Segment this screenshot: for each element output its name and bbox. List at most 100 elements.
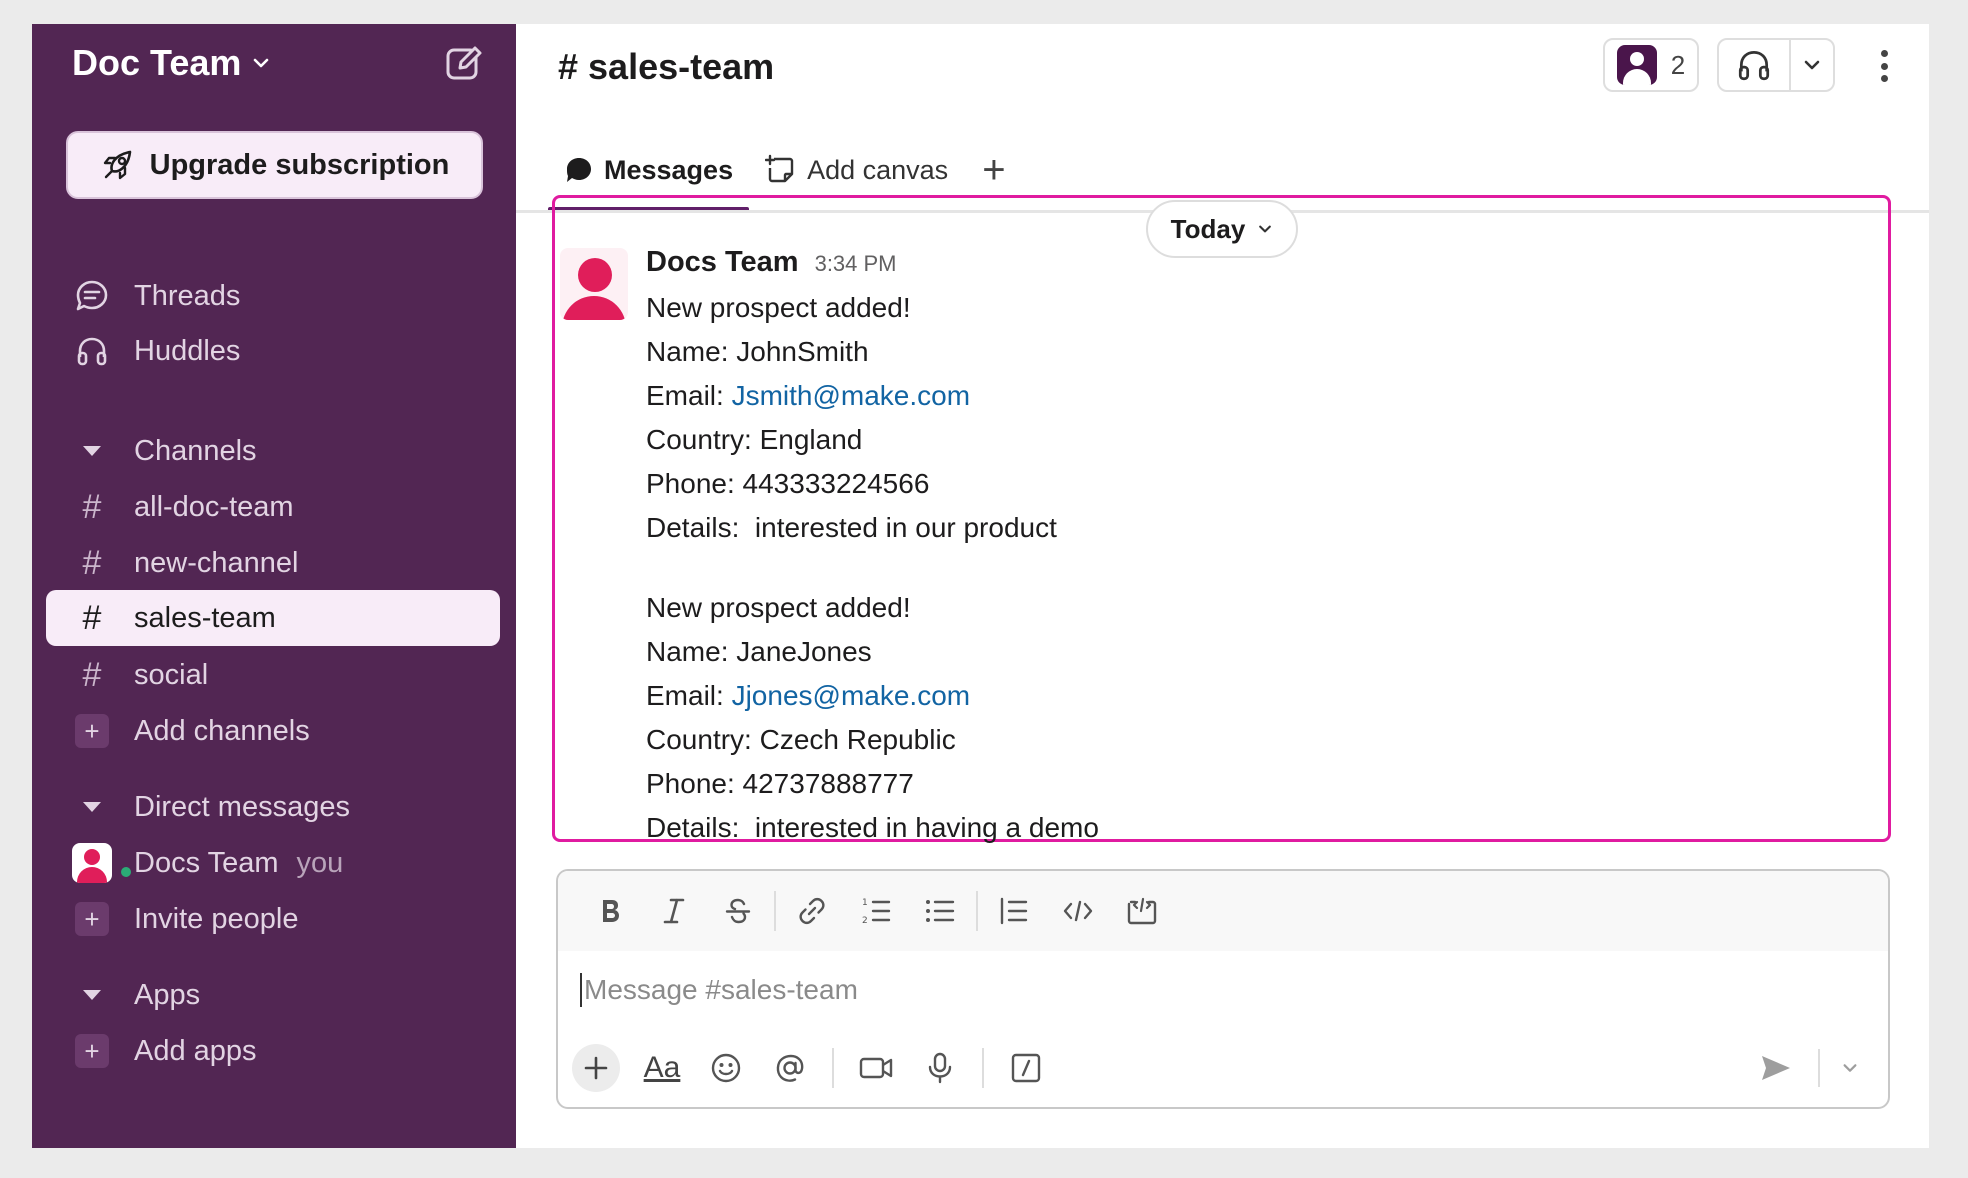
- sidebar-item-dm-docs-team[interactable]: Docs Team you: [46, 837, 500, 889]
- compose-icon[interactable]: [444, 44, 484, 84]
- email-link[interactable]: Jjones@make.com: [732, 680, 971, 711]
- blockquote-icon[interactable]: [982, 879, 1046, 943]
- add-apps-label: Add apps: [134, 1034, 257, 1067]
- ordered-list-icon[interactable]: 12: [844, 879, 908, 943]
- dm-user-label: Docs Team: [134, 846, 279, 879]
- microphone-icon[interactable]: [908, 1038, 972, 1098]
- caret-down-icon: [72, 431, 112, 471]
- message-block-2: New prospect added! Name: JaneJones Emai…: [646, 586, 1099, 850]
- sidebar-item-label: Huddles: [134, 334, 241, 367]
- bulleted-list-icon[interactable]: [908, 879, 972, 943]
- email-link[interactable]: Jsmith@make.com: [732, 380, 970, 411]
- sidebar-item-threads[interactable]: Threads: [46, 270, 500, 322]
- slash-command-icon[interactable]: [994, 1038, 1058, 1098]
- message-line: Email: Jjones@make.com: [646, 674, 1099, 718]
- caret-down-icon: [72, 975, 112, 1015]
- sidebar-item-channel-sales-team[interactable]: # sales-team: [46, 590, 500, 646]
- day-divider-label: Today: [1170, 213, 1246, 244]
- sender-name[interactable]: Docs Team: [646, 246, 799, 279]
- message-line: Country: Czech Republic: [646, 724, 956, 755]
- caret-down-icon: [72, 787, 112, 827]
- message-block-1: New prospect added! Name: JohnSmith Emai…: [646, 286, 1057, 550]
- huddle-button[interactable]: [1717, 38, 1835, 92]
- plus-icon-wrap: +: [72, 1031, 112, 1071]
- bold-icon[interactable]: [578, 879, 642, 943]
- message-line: Details: interested in our product: [646, 512, 1057, 543]
- workspace-name[interactable]: Doc Team: [72, 42, 241, 84]
- sidebar-item-channel-new-channel[interactable]: # new-channel: [46, 537, 500, 589]
- message-input[interactable]: [584, 974, 1784, 1006]
- message-line: Name: JaneJones: [646, 636, 872, 667]
- italic-icon[interactable]: [642, 879, 706, 943]
- day-divider-button[interactable]: Today: [1146, 200, 1298, 258]
- svg-text:2: 2: [862, 916, 868, 926]
- you-label: you: [296, 846, 344, 879]
- add-channels-button[interactable]: + Add channels: [46, 705, 500, 757]
- channel-name: sales-team: [588, 46, 775, 87]
- message-bubble-icon: [567, 158, 591, 182]
- add-apps-button[interactable]: + Add apps: [46, 1025, 500, 1077]
- channel-label: social: [134, 658, 209, 691]
- upgrade-subscription-button[interactable]: Upgrade subscription: [66, 131, 483, 199]
- dm-section-toggle[interactable]: Direct messages: [46, 781, 500, 833]
- channels-header: Channels: [134, 434, 257, 467]
- apps-section-toggle[interactable]: Apps: [46, 969, 500, 1021]
- send-icon[interactable]: [1748, 1043, 1804, 1093]
- sidebar: Doc Team Upgrade subscription Threads Hu…: [32, 24, 516, 1148]
- headphones-icon[interactable]: [1719, 40, 1791, 90]
- sidebar-item-huddles[interactable]: Huddles: [46, 325, 500, 377]
- tab-label: Messages: [604, 154, 734, 185]
- toolbar-divider: [982, 1048, 984, 1088]
- hash-icon: #: [82, 598, 102, 637]
- emoji-icon[interactable]: [694, 1038, 758, 1098]
- link-icon[interactable]: [780, 879, 844, 943]
- message-line: Details: interested in having a demo: [646, 812, 1099, 843]
- message-header: Docs Team 3:34 PM: [646, 246, 897, 279]
- message-timestamp[interactable]: 3:34 PM: [815, 251, 897, 277]
- toolbar-divider: [1818, 1049, 1820, 1087]
- text-format-button[interactable]: Aa: [630, 1038, 694, 1098]
- avatar[interactable]: [560, 248, 628, 320]
- sidebar-item-channel-all-doc-team[interactable]: # all-doc-team: [46, 481, 500, 533]
- more-options-icon[interactable]: [1872, 46, 1896, 86]
- hash-icon: #: [82, 655, 102, 694]
- channels-section-toggle[interactable]: Channels: [46, 425, 500, 477]
- channel-label: all-doc-team: [134, 490, 294, 523]
- code-block-icon[interactable]: [1110, 879, 1174, 943]
- avatar: [72, 843, 112, 883]
- tab-label: Add canvas: [807, 154, 949, 185]
- channel-title[interactable]: # sales-team: [558, 46, 774, 88]
- workspace-switcher[interactable]: Doc Team: [72, 42, 271, 84]
- members-button[interactable]: 2: [1603, 38, 1699, 92]
- video-icon[interactable]: [844, 1038, 908, 1098]
- message-line: Name: JohnSmith: [646, 336, 869, 367]
- upgrade-label: Upgrade subscription: [149, 148, 450, 181]
- code-icon[interactable]: [1046, 879, 1110, 943]
- sidebar-item-channel-social[interactable]: # social: [46, 649, 500, 701]
- hash-icon: #: [82, 487, 102, 526]
- chevron-down-icon[interactable]: [1791, 40, 1833, 90]
- composer-actions: Aa: [558, 1029, 1888, 1107]
- member-avatar: [1616, 45, 1657, 85]
- message-input-area: [558, 951, 1888, 1029]
- message-line: Phone: 443333224566: [646, 468, 930, 499]
- strikethrough-icon[interactable]: [706, 879, 770, 943]
- channel-view: # sales-team 2 Messages Add canvas + Tod…: [516, 24, 1929, 1148]
- plus-icon-wrap: +: [72, 711, 112, 751]
- rocket-icon: [103, 150, 131, 180]
- member-count: 2: [1670, 49, 1686, 80]
- invite-people-label: Invite people: [134, 902, 299, 935]
- plus-icon: +: [75, 714, 109, 748]
- invite-people-button[interactable]: + Invite people: [46, 893, 500, 945]
- plus-icon[interactable]: [572, 1044, 620, 1092]
- message-line: Country: England: [646, 424, 863, 455]
- message-line: New prospect added!: [646, 592, 911, 623]
- svg-text:1: 1: [862, 898, 868, 908]
- app-window: Doc Team Upgrade subscription Threads Hu…: [32, 24, 1929, 1148]
- chevron-down-icon[interactable]: [1826, 1043, 1874, 1093]
- threads-icon: [72, 276, 112, 316]
- mention-icon[interactable]: [758, 1038, 822, 1098]
- hash-icon: #: [558, 46, 579, 87]
- toolbar-divider: [774, 891, 776, 931]
- sidebar-item-label: Threads: [134, 279, 241, 312]
